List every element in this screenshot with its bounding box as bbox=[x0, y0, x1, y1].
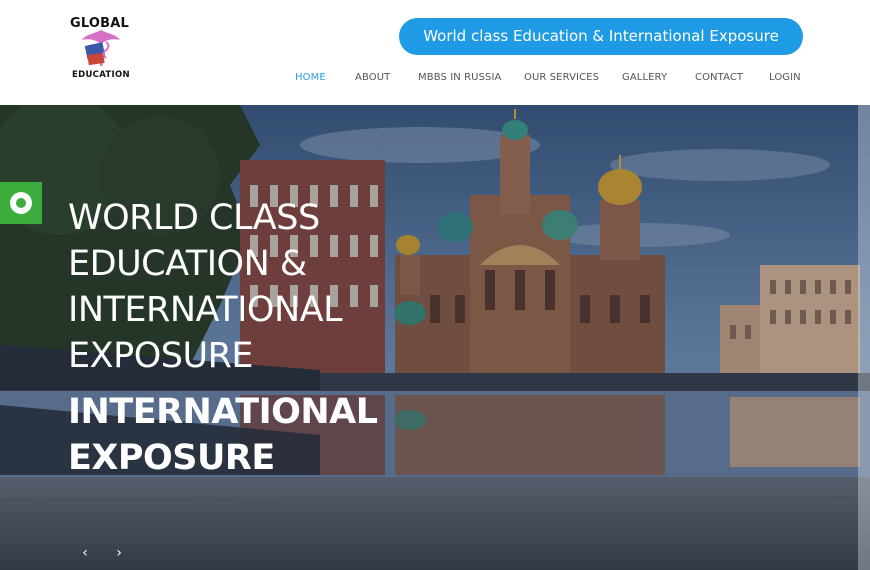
hero-subtitle-line-1: INTERNATIONAL bbox=[68, 392, 378, 432]
slider-next-button[interactable]: › bbox=[109, 543, 129, 563]
nav-item-login[interactable]: LOGIN bbox=[769, 72, 801, 83]
tagline-banner: World class Education & International Ex… bbox=[399, 18, 803, 55]
nav-item-our-services[interactable]: OUR SERVICES bbox=[524, 72, 599, 83]
whatsapp-icon bbox=[10, 192, 32, 214]
hero-slider: WORLD CLASS EDUCATION & INTERNATIONAL EX… bbox=[0, 105, 870, 570]
hero-title-line-2: EDUCATION & bbox=[68, 244, 307, 284]
logo-bottom-text: EDUCATION bbox=[72, 70, 130, 80]
hero-title-line-3: INTERNATIONAL bbox=[68, 290, 343, 330]
nav-item-about[interactable]: ABOUT bbox=[355, 72, 390, 83]
site-logo[interactable]: GLOBAL EDUCATION bbox=[70, 14, 136, 84]
whatsapp-button[interactable] bbox=[0, 182, 42, 224]
nav-item-mbbs-in-russia[interactable]: MBBS IN RUSSIA bbox=[418, 72, 501, 83]
logo-emblem-icon bbox=[82, 30, 120, 66]
site-header: GLOBAL EDUCATION World class Education &… bbox=[0, 0, 870, 105]
hero-subtitle-line-2: EXPOSURE bbox=[68, 438, 275, 478]
hero-subtitle: INTERNATIONAL EXPOSURE bbox=[68, 389, 378, 481]
chevron-right-icon: › bbox=[116, 545, 122, 561]
nav-item-home[interactable]: HOME bbox=[295, 72, 326, 83]
hero-title: WORLD CLASS EDUCATION & INTERNATIONAL EX… bbox=[68, 195, 343, 379]
nav-item-contact[interactable]: CONTACT bbox=[695, 72, 743, 83]
hero-title-line-4: EXPOSURE bbox=[68, 336, 254, 376]
chevron-left-icon: ‹ bbox=[82, 545, 88, 561]
slider-prev-button[interactable]: ‹ bbox=[75, 543, 95, 563]
hero-title-line-1: WORLD CLASS bbox=[68, 198, 320, 238]
nav-item-gallery[interactable]: GALLERY bbox=[622, 72, 667, 83]
